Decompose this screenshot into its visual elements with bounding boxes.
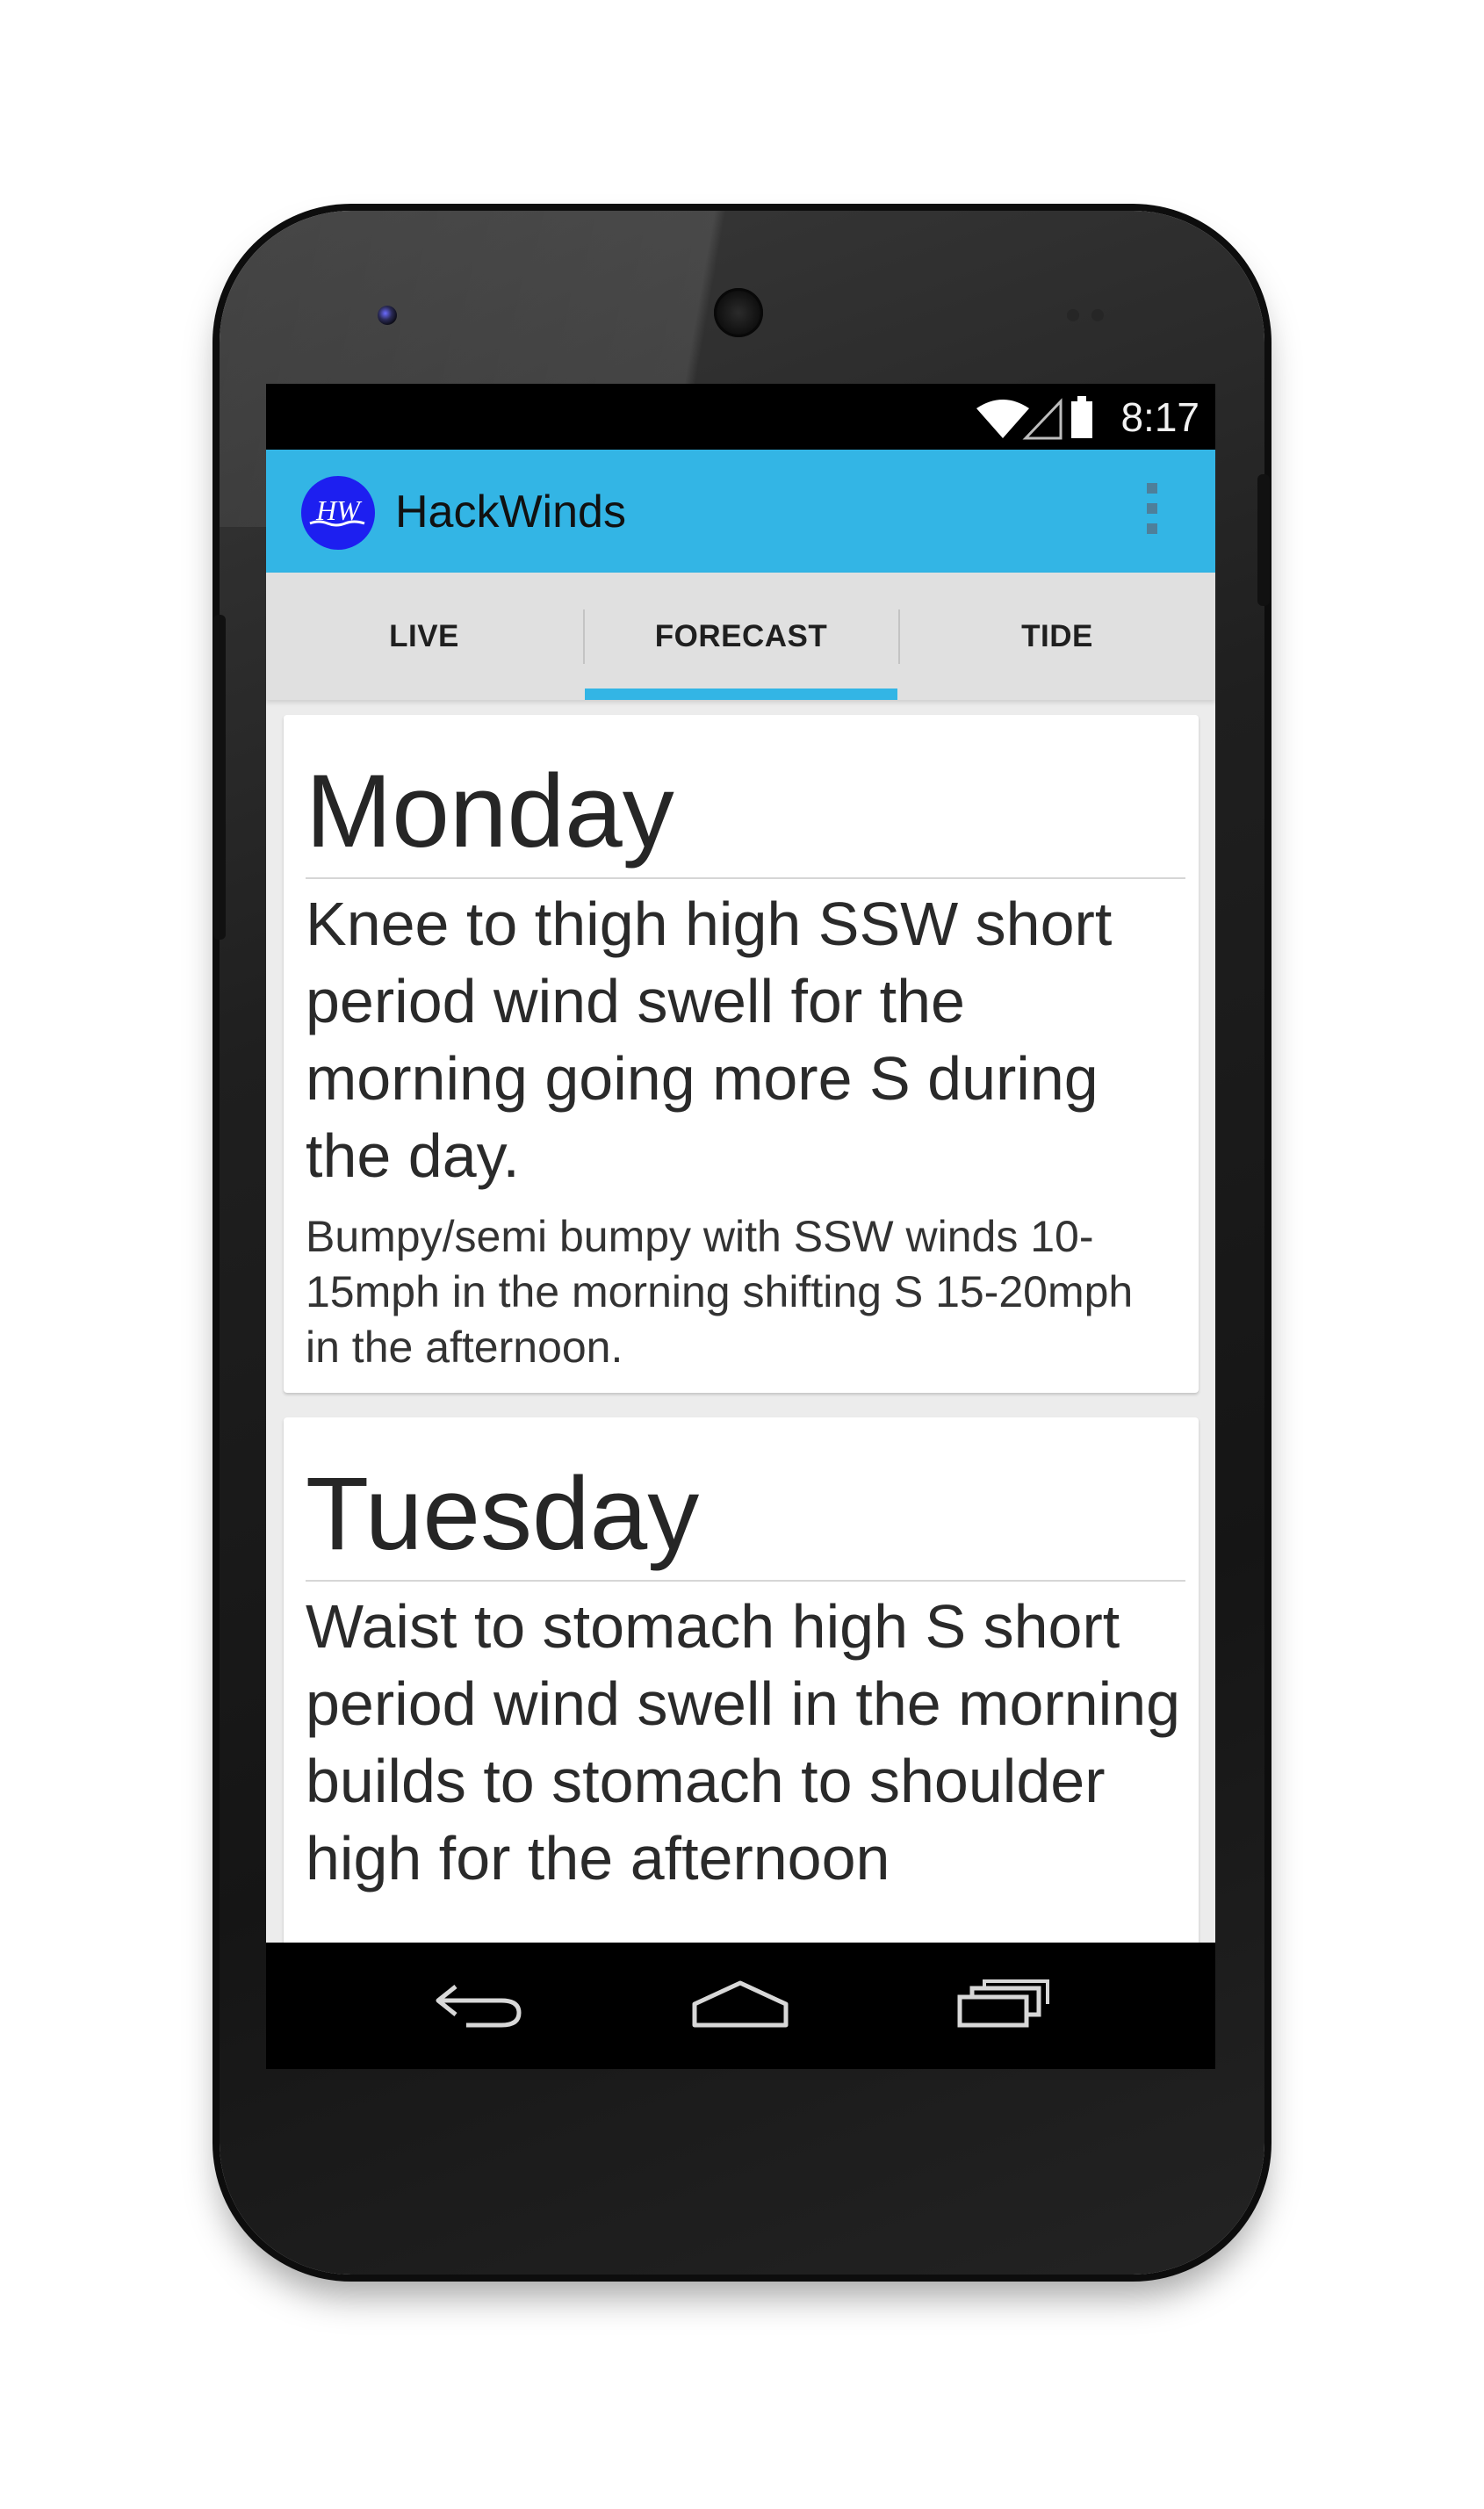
forecast-card-monday[interactable]: Monday Knee to thigh high SSW short peri… (284, 715, 1199, 1393)
battery-icon (1071, 396, 1092, 438)
tab-live[interactable]: LIVE (266, 573, 582, 700)
proximity-sensor (1067, 309, 1079, 321)
signal-icon (1022, 398, 1063, 440)
earpiece-speaker (714, 288, 763, 337)
back-icon[interactable] (431, 1978, 528, 2035)
forecast-wind: Bumpy/semi bumpy with SSW winds 10-15mph… (306, 1212, 1134, 1372)
status-icons-svg (976, 396, 1092, 440)
forecast-day: Tuesday (306, 1456, 700, 1572)
app-logo[interactable]: HW (301, 476, 375, 550)
forecast-day: Monday (306, 753, 674, 869)
tab-forecast[interactable]: FORECAST (583, 573, 899, 700)
tab-bar: LIVE FORECAST TIDE (266, 573, 1215, 700)
volume-rocker (213, 615, 226, 940)
navigation-bar (266, 1943, 1215, 2069)
forecast-swell: Waist to stomach high S short period win… (306, 1592, 1181, 1893)
tab-tide[interactable]: TIDE (899, 573, 1215, 700)
status-icons (975, 394, 1106, 442)
hackwinds-logo-icon: HW (309, 494, 365, 527)
wifi-icon (976, 400, 1029, 438)
home-icon[interactable] (688, 1978, 793, 2035)
status-bar: 8:17 (266, 384, 1215, 450)
more-vert-icon[interactable] (1142, 483, 1163, 544)
app-title: HackWinds (395, 487, 626, 537)
front-camera (378, 306, 397, 325)
light-sensor (1091, 309, 1104, 321)
action-bar: HW HackWinds (266, 450, 1215, 573)
forecast-card-tuesday[interactable]: Tuesday Waist to stomach high S short pe… (284, 1417, 1199, 2032)
card-divider (306, 877, 1185, 879)
status-time: 8:17 (1120, 394, 1199, 440)
tab-selected-indicator (585, 689, 897, 700)
forecast-swell: Knee to thigh high SSW short period wind… (306, 890, 1113, 1190)
power-button (1257, 474, 1270, 606)
recents-icon[interactable] (955, 1978, 1051, 2035)
card-divider (306, 1580, 1185, 1582)
screen: 8:17 HW HackWinds LIVE FORECAST TIDE Mon… (266, 384, 1215, 2069)
